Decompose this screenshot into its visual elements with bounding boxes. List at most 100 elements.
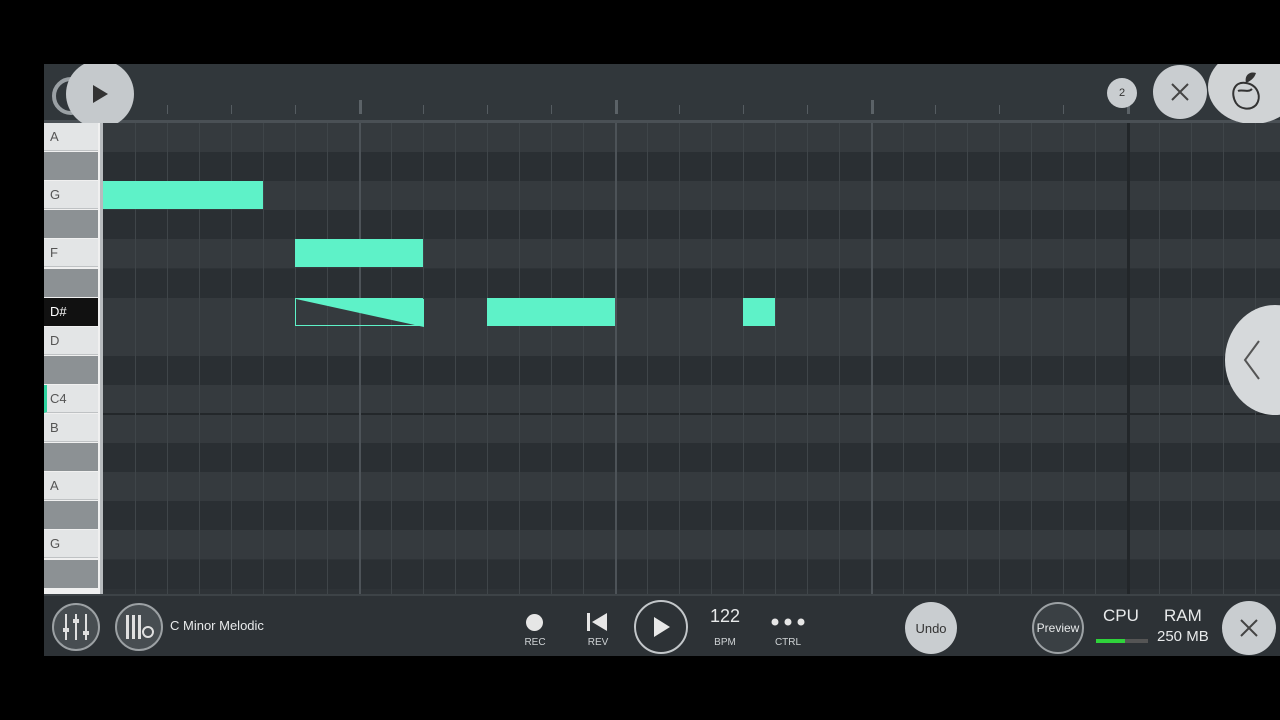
grid-line xyxy=(775,123,776,656)
play-icon xyxy=(93,85,108,103)
note-block[interactable] xyxy=(743,297,775,326)
piano-key[interactable]: F xyxy=(44,239,98,268)
grid-row xyxy=(103,297,1280,327)
piano-key[interactable] xyxy=(44,268,98,297)
piano-key[interactable] xyxy=(44,559,98,588)
rewind-button[interactable]: REV xyxy=(579,604,617,652)
ruler-tick xyxy=(1063,105,1064,114)
grid-row xyxy=(103,559,1280,589)
slide-note[interactable] xyxy=(295,297,424,327)
grid-line xyxy=(1191,123,1192,656)
grid-line xyxy=(327,123,328,656)
ruler-tick xyxy=(167,105,168,114)
grid-line xyxy=(1127,123,1130,656)
grid-line xyxy=(551,123,552,656)
piano-key[interactable] xyxy=(44,355,98,384)
grid-line xyxy=(839,123,840,656)
ruler-tick xyxy=(295,105,296,114)
ruler-tick xyxy=(487,105,488,114)
bottom-toolbar: C Minor Melodic REC REV 122 BPM CTRL Und… xyxy=(44,594,1280,656)
grid-row xyxy=(103,530,1280,560)
timeline-ruler[interactable]: 2 xyxy=(44,64,1280,128)
piano-key[interactable]: C4 xyxy=(44,384,98,413)
piano-key[interactable]: A xyxy=(44,472,98,501)
preview-button[interactable]: Preview xyxy=(1032,602,1084,654)
grid-row xyxy=(103,239,1280,269)
piano-settings-button[interactable] xyxy=(115,603,163,651)
grid-line xyxy=(903,123,904,656)
ruler-tick xyxy=(359,100,362,114)
piano-key[interactable]: D xyxy=(44,326,98,355)
play-icon xyxy=(654,617,670,637)
scale-label[interactable]: C Minor Melodic xyxy=(170,618,264,633)
grid-row xyxy=(103,123,1280,152)
grid-row xyxy=(103,443,1280,473)
grid-row xyxy=(103,384,1280,414)
piano-key[interactable]: A xyxy=(44,123,98,151)
octave-separator xyxy=(103,413,1280,415)
grid-row xyxy=(103,210,1280,240)
ruler-tick xyxy=(423,105,424,114)
controls-button[interactable]: CTRL xyxy=(768,604,808,652)
cpu-meter xyxy=(1096,639,1148,643)
ruler-tick xyxy=(551,105,552,114)
more-dots-icon xyxy=(771,618,805,626)
grid-line xyxy=(519,123,520,656)
piano-key[interactable]: D# xyxy=(44,297,98,326)
grid-row xyxy=(103,501,1280,531)
grid-line xyxy=(935,123,936,656)
piano-key[interactable] xyxy=(44,501,98,530)
chevron-left-icon xyxy=(1243,340,1260,380)
note-block[interactable] xyxy=(103,181,263,210)
piano-key[interactable]: G xyxy=(44,181,98,210)
tempo-control[interactable]: 122 BPM xyxy=(704,604,746,652)
grid-line xyxy=(487,123,488,656)
record-button[interactable]: REC xyxy=(516,604,554,652)
ruler-tick xyxy=(871,100,874,114)
grid-line xyxy=(359,123,361,656)
close-icon xyxy=(1171,83,1189,101)
pattern-number-badge[interactable]: 2 xyxy=(1107,78,1137,108)
piano-key[interactable]: G xyxy=(44,530,98,559)
piano-key[interactable] xyxy=(44,210,98,239)
note-block[interactable] xyxy=(295,239,423,268)
close-editor-button[interactable] xyxy=(1153,65,1207,119)
piano-key[interactable] xyxy=(44,152,98,181)
close-icon xyxy=(1240,619,1258,637)
grid-line xyxy=(1031,123,1032,656)
ram-label: RAM xyxy=(1164,606,1202,625)
grid-line xyxy=(711,123,712,656)
piano-keyboard[interactable]: A G F D# D C4 B A G xyxy=(44,123,103,656)
grid-line xyxy=(615,123,617,656)
play-pattern-button[interactable] xyxy=(66,64,134,128)
grid-line xyxy=(455,123,456,656)
grid-line xyxy=(999,123,1000,656)
piano-gear-icon xyxy=(126,615,154,639)
record-icon xyxy=(526,614,543,631)
piano-key[interactable]: B xyxy=(44,414,98,442)
cpu-meter-fill xyxy=(1096,639,1125,643)
tempo-value: 122 xyxy=(709,606,741,626)
grid-line xyxy=(871,123,873,656)
slide-ramp-icon xyxy=(296,298,424,327)
ruler-tick xyxy=(999,105,1000,114)
piano-key[interactable] xyxy=(44,443,98,472)
grid-line xyxy=(647,123,648,656)
ram-value: 250 MB xyxy=(1157,628,1209,645)
undo-button[interactable]: Undo xyxy=(905,602,957,654)
ruler-tick xyxy=(679,105,680,114)
sliders-icon xyxy=(63,614,89,640)
note-block[interactable] xyxy=(487,297,615,326)
note-grid[interactable] xyxy=(103,123,1280,656)
grid-row xyxy=(103,326,1280,356)
close-button[interactable] xyxy=(1222,601,1276,655)
fl-fruit-logo-button[interactable] xyxy=(1208,64,1280,124)
ruler-tick xyxy=(615,100,618,114)
grid-row xyxy=(103,472,1280,502)
play-button[interactable] xyxy=(634,600,688,654)
grid-row xyxy=(103,268,1280,298)
grid-line xyxy=(263,123,264,656)
grid-line xyxy=(295,123,296,656)
bpm-label: BPM xyxy=(714,637,736,648)
mixer-button[interactable] xyxy=(52,603,100,651)
